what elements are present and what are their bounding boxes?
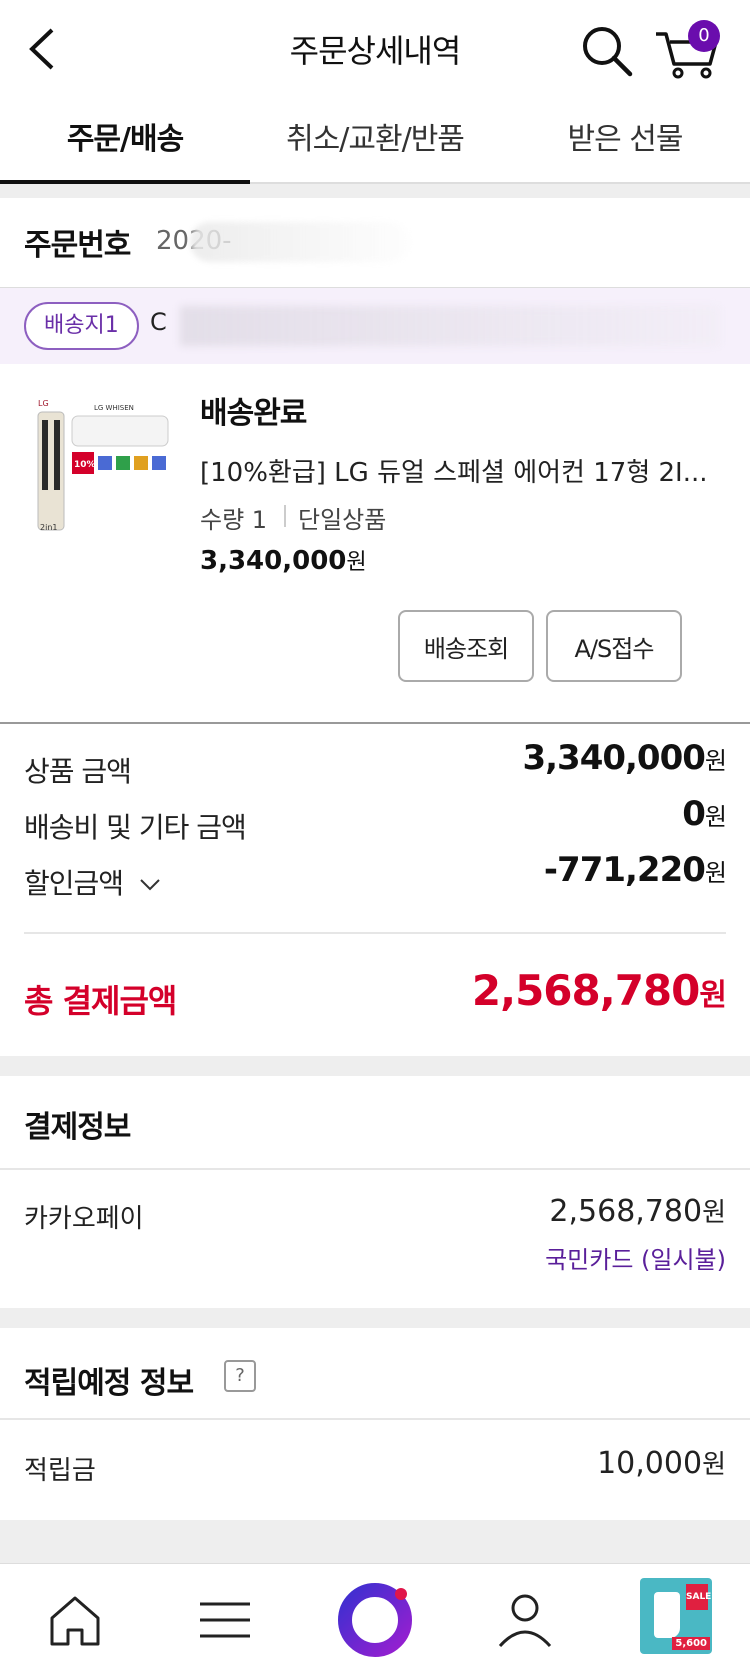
brand-logo-icon[interactable] <box>330 1574 420 1664</box>
svg-text:10%: 10% <box>74 460 96 470</box>
search-icon[interactable] <box>580 24 634 78</box>
payment-amount: 2,568,780원 <box>549 1194 726 1229</box>
shipping-fee-value: 0원 <box>682 794 727 834</box>
sock-image <box>654 1592 680 1638</box>
order-number-row: 주문번호 2020- <box>0 198 750 288</box>
discount-toggle[interactable]: 할인금액 <box>24 862 161 902</box>
tab-order-delivery[interactable]: 주문/배송 <box>0 114 250 158</box>
track-delivery-button[interactable]: 배송조회 <box>398 610 534 682</box>
chevron-down-icon <box>140 879 160 891</box>
address-badge: 배송지1 <box>24 302 139 350</box>
product-name[interactable]: [10%환급] LG 듀얼 스페셜 에어컨 17형 2I... <box>200 452 720 489</box>
delivery-status: 배송완료 <box>200 396 307 431</box>
order-number-label: 주문번호 <box>24 228 131 263</box>
app-header: 주문상세내역 0 <box>0 0 750 96</box>
divider <box>0 1418 750 1420</box>
shipping-fee-label: 배송비 및 기타 금액 <box>24 811 247 844</box>
product-price: 3,340,000원 <box>200 546 367 576</box>
product-option-type: 단일상품 <box>298 506 387 534</box>
section-gap <box>0 1056 750 1076</box>
sale-badge: SALE <box>686 1584 711 1610</box>
svg-text:LG WHISEN: LG WHISEN <box>94 404 134 412</box>
bottom-navigation: SALE 5,600 <box>0 1563 750 1669</box>
reward-points-label: 적립금 <box>24 1456 96 1486</box>
discount-amount-value: -771,220원 <box>543 850 727 890</box>
section-gap <box>0 1520 750 1563</box>
divider <box>284 505 286 527</box>
section-gap <box>0 184 750 198</box>
product-amount-label: 상품 금액 <box>24 755 132 788</box>
reward-points-value: 10,000원 <box>597 1446 726 1481</box>
svg-text:LG: LG <box>38 399 49 408</box>
as-request-button[interactable]: A/S접수 <box>546 610 682 682</box>
redacted-blur <box>180 306 720 346</box>
order-tabs: 주문/배송 취소/교환/반품 받은 선물 <box>0 96 750 184</box>
total-payment-label: 총 결제금액 <box>24 982 177 1020</box>
product-thumbnail[interactable]: LG LG WHISEN 10% 2in1 <box>24 390 174 540</box>
svg-text:2in1: 2in1 <box>40 523 57 532</box>
promo-thumbnail[interactable]: SALE 5,600 <box>640 1578 712 1654</box>
product-card: LG LG WHISEN 10% 2in1 배송완료 [10%환급] LG 듀얼… <box>0 364 750 724</box>
tab-cancel-exchange-return[interactable]: 취소/교환/반품 <box>250 114 500 158</box>
total-payment-value: 2,568,780원 <box>471 966 727 1015</box>
help-icon[interactable]: ? <box>224 1360 256 1392</box>
divider <box>24 932 726 934</box>
payment-card-info: 국민카드 (일시불) <box>545 1246 726 1274</box>
redacted-blur <box>190 222 410 262</box>
section-gap <box>0 1308 750 1328</box>
cart-count-badge: 0 <box>688 20 720 52</box>
shipping-address-row: 배송지1 C <box>0 288 750 364</box>
tab-received-gifts[interactable]: 받은 선물 <box>500 114 750 158</box>
address-text: C <box>150 308 167 336</box>
promo-price: 5,600 <box>672 1637 710 1650</box>
menu-icon[interactable] <box>180 1574 270 1664</box>
points-info-title: 적립예정 정보 <box>24 1366 194 1401</box>
product-amount-value: 3,340,000원 <box>522 738 727 778</box>
product-quantity: 수량 1 <box>200 506 268 534</box>
divider <box>0 1168 750 1170</box>
home-icon[interactable] <box>30 1574 120 1664</box>
payment-method: 카카오페이 <box>24 1204 144 1234</box>
user-icon[interactable] <box>480 1574 570 1664</box>
payment-summary: 상품 금액 3,340,000원 배송비 및 기타 금액 0원 할인금액 -77… <box>0 724 750 1056</box>
payment-info-title: 결제정보 <box>24 1110 131 1145</box>
page-title: 주문상세내역 <box>289 32 462 70</box>
